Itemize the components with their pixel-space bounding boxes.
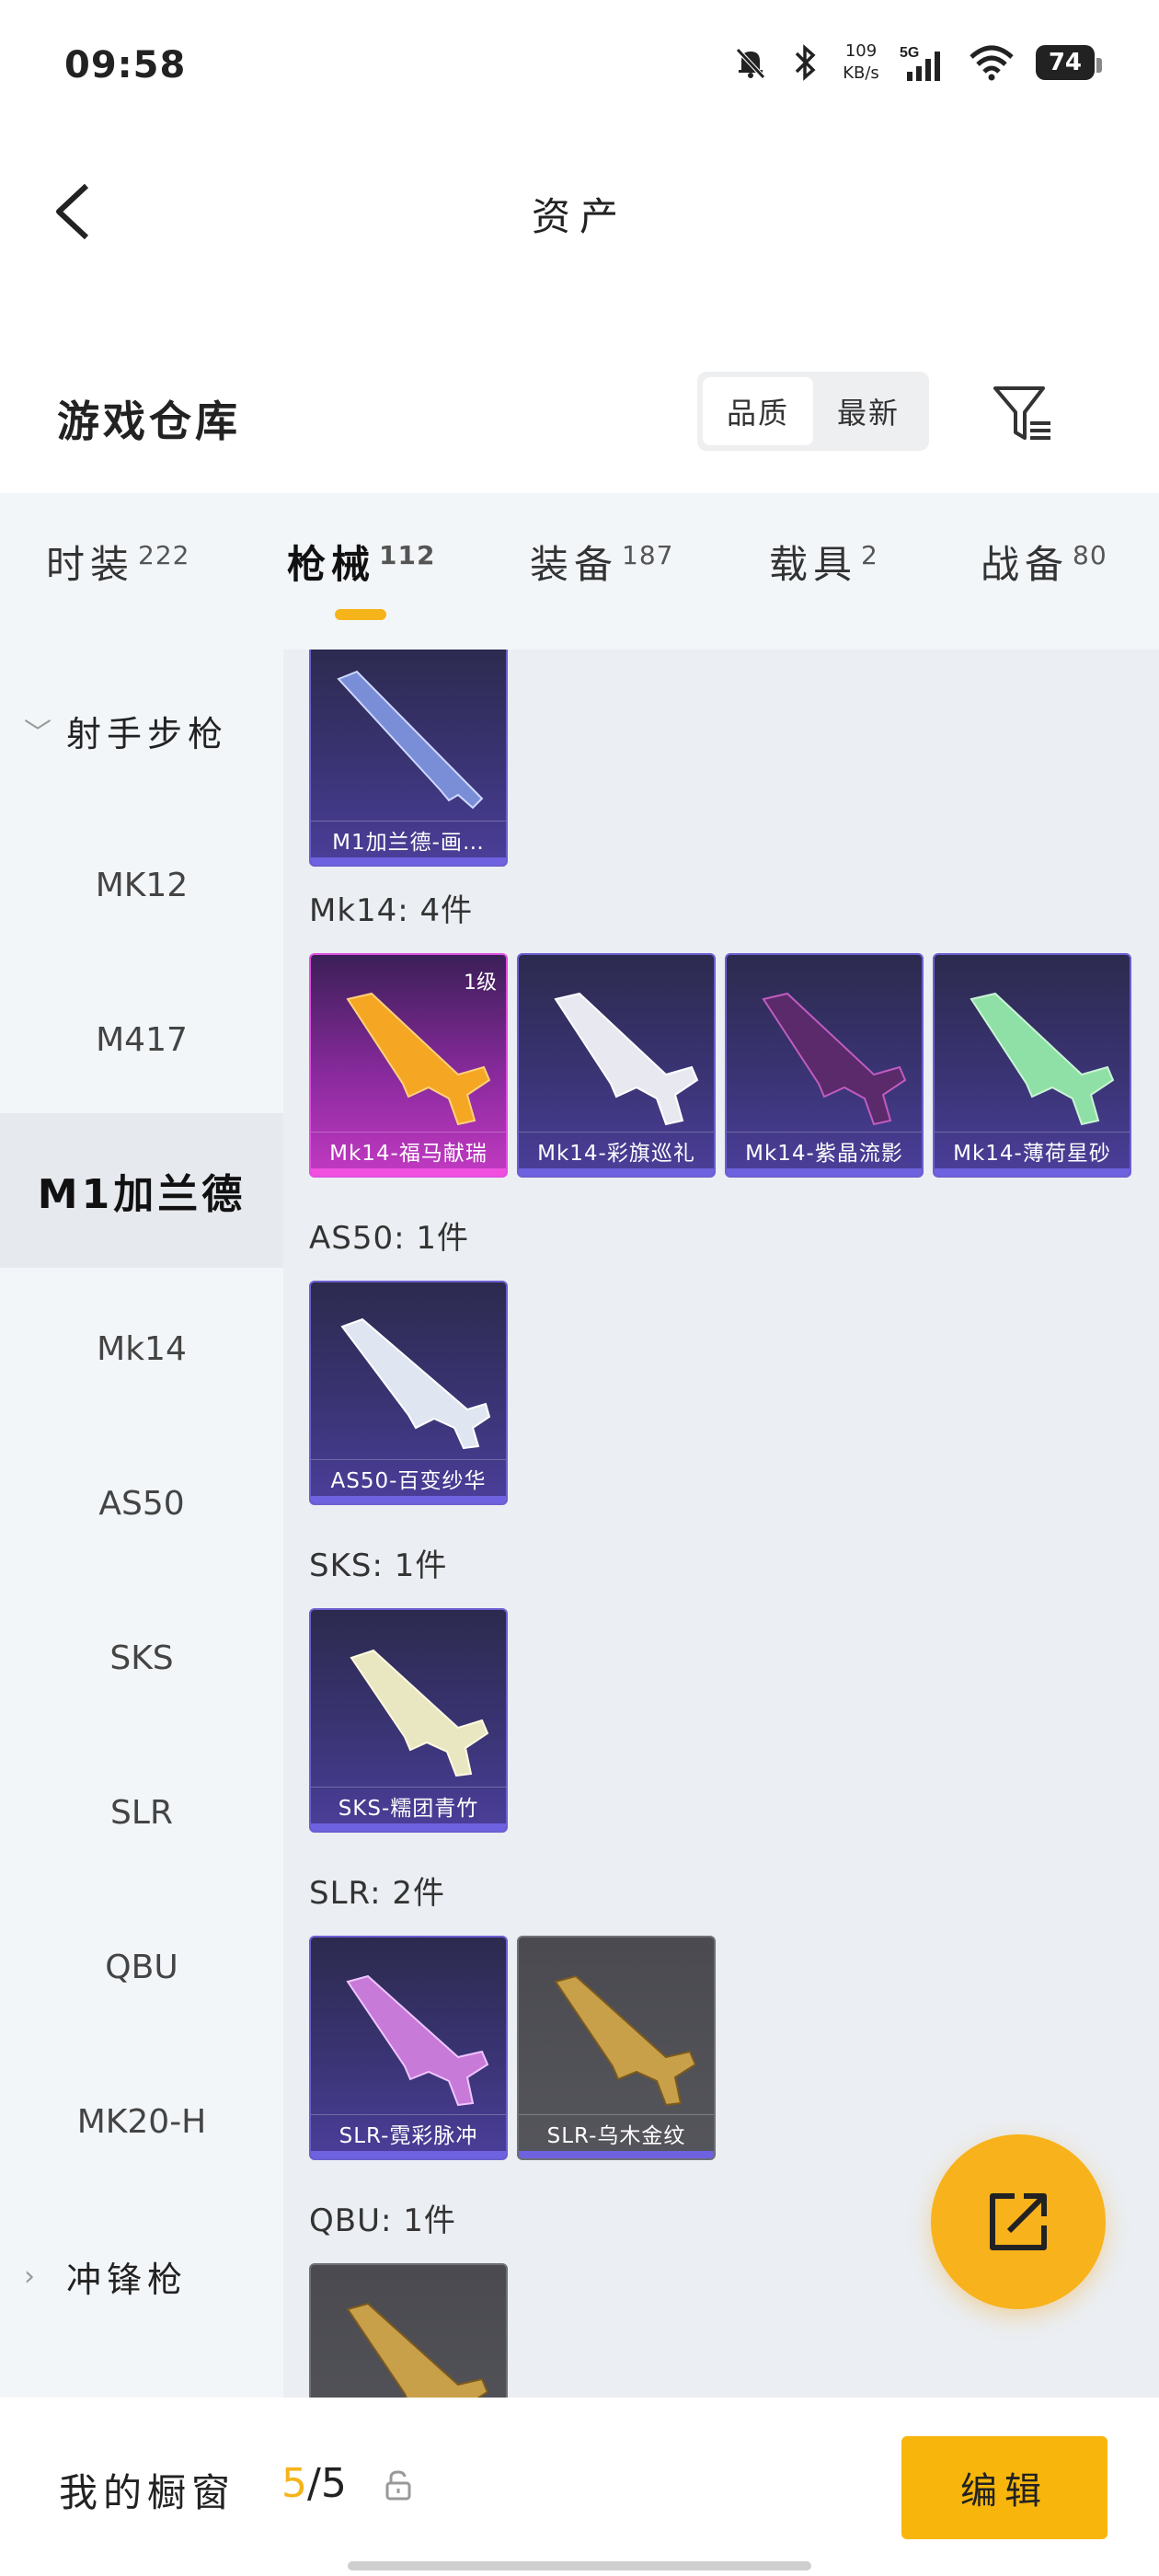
tab-equipment[interactable]: 装备 187 xyxy=(530,534,673,590)
tab-count: 2 xyxy=(861,540,878,570)
tab-active-indicator xyxy=(335,609,386,620)
group-label-slr: SLR: 2件 xyxy=(309,1875,445,1912)
rifle-icon xyxy=(340,1317,491,1450)
bottom-bar: 我的橱窗 5/5 编辑 xyxy=(0,2398,1159,2576)
group-label-as50: AS50: 1件 xyxy=(309,1220,469,1257)
header: 资产 xyxy=(0,156,1159,267)
skin-card-as50[interactable]: AS50-百变纱华 xyxy=(309,1281,508,1505)
showcase-count-total: /5 xyxy=(307,2460,347,2507)
sidebar-item-qbu[interactable]: QBU xyxy=(0,1890,283,2044)
weapon-sidebar: ﹀ 射手步枪 MK12 M417 M1加兰德 Mk14 AS50 SKS SLR… xyxy=(0,650,283,2398)
skin-card-mk14-1[interactable]: 1级 Mk14-福马献瑞 xyxy=(309,953,508,1178)
sort-by-newest[interactable]: 最新 xyxy=(813,377,924,445)
group-label-qbu: QBU: 1件 xyxy=(309,2202,456,2239)
rifle-icon xyxy=(346,992,491,1126)
skin-card-slr-1[interactable]: SLR-霓彩脉冲 xyxy=(309,1936,508,2160)
tab-vehicles[interactable]: 载具 2 xyxy=(769,534,878,590)
tab-label: 枪械 xyxy=(287,542,376,587)
rifle-icon xyxy=(337,670,484,810)
group-label-sks: SKS: 1件 xyxy=(309,1547,448,1584)
bluetooth-icon xyxy=(795,44,816,81)
rifle-icon xyxy=(554,1974,697,2107)
net-speed: 109 KB/s xyxy=(843,40,879,85)
lock-icon[interactable] xyxy=(384,2469,412,2501)
sidebar-item-m417[interactable]: M417 xyxy=(0,962,283,1117)
sort-toggle: 品质 最新 xyxy=(697,372,929,451)
tab-count: 187 xyxy=(622,540,674,570)
sidebar-item-m1-garand[interactable]: M1加兰德 xyxy=(0,1113,283,1268)
page-title: 资产 xyxy=(531,194,627,239)
tab-label: 时装 xyxy=(46,542,135,587)
sidebar-item-mk12[interactable]: MK12 xyxy=(0,808,283,962)
chevron-right-icon: › xyxy=(24,2260,35,2293)
skin-card-name: SLR-霓彩脉冲 xyxy=(311,2114,506,2151)
share-button[interactable] xyxy=(931,2134,1106,2309)
sidebar-item-mk14[interactable]: Mk14 xyxy=(0,1271,283,1426)
sidebar-item-as50[interactable]: AS50 xyxy=(0,1426,283,1581)
tab-battle-gear[interactable]: 战备 80 xyxy=(981,534,1107,590)
tab-firearms[interactable]: 枪械 112 xyxy=(287,534,435,590)
showcase-label: 我的橱窗 xyxy=(59,2470,236,2515)
battery-indicator: 74 xyxy=(1035,45,1103,80)
sort-by-quality[interactable]: 品质 xyxy=(703,377,813,445)
net-speed-value: 109 xyxy=(844,41,878,61)
skin-card-mk14-3[interactable]: Mk14-紫晶流影 xyxy=(725,953,924,1178)
net-speed-unit: KB/s xyxy=(843,63,879,83)
tab-count: 222 xyxy=(138,540,190,570)
skin-card-name: Mk14-紫晶流影 xyxy=(727,1132,922,1168)
chevron-down-icon: ﹀ xyxy=(24,718,52,750)
skin-card-sks[interactable]: SKS-糯团青竹 xyxy=(309,1608,508,1833)
skin-card-name: Mk14-彩旗巡礼 xyxy=(519,1132,714,1168)
group-label-mk14: Mk14: 4件 xyxy=(309,892,474,929)
skin-card-m1-garand[interactable]: M1加兰德-画… xyxy=(309,650,508,867)
rifle-icon xyxy=(970,992,1115,1126)
status-bar: 09:58 109 KB/s 5G 74 xyxy=(0,0,1159,138)
skin-card-mk14-2[interactable]: Mk14-彩旗巡礼 xyxy=(517,953,716,1178)
skin-card-name: Mk14-薄荷星砂 xyxy=(935,1132,1130,1168)
sidebar-group-label: 射手步枪 xyxy=(66,713,229,754)
mute-bell-icon xyxy=(736,48,766,79)
rifle-icon xyxy=(346,1974,489,2107)
skin-card-name: SKS-糯团青竹 xyxy=(311,1787,506,1823)
showcase-count-current: 5 xyxy=(281,2460,307,2507)
share-icon xyxy=(990,2193,1047,2250)
showcase-count: 5/5 xyxy=(281,2460,347,2507)
home-indicator[interactable] xyxy=(348,2561,811,2570)
warehouse-header: 游戏仓库 品质 最新 xyxy=(0,359,1159,469)
status-time: 09:58 xyxy=(64,44,187,86)
rifle-icon xyxy=(762,992,907,1126)
filter-icon[interactable] xyxy=(990,381,1054,445)
sidebar-group-label: 冲锋枪 xyxy=(66,2259,189,2300)
category-tabs: 时装 222 枪械 112 装备 187 载具 2 战备 80 xyxy=(0,493,1159,650)
sidebar-group-smg[interactable]: › 冲锋枪 xyxy=(0,2199,283,2353)
tab-fashion[interactable]: 时装 222 xyxy=(46,534,189,590)
tab-label: 载具 xyxy=(769,542,858,587)
rifle-icon xyxy=(346,2302,489,2398)
signal-label: 5G xyxy=(900,45,919,61)
tab-label: 装备 xyxy=(530,542,619,587)
cellular-signal-icon: 5G xyxy=(900,45,940,81)
sidebar-item-slr[interactable]: SLR xyxy=(0,1735,283,1890)
skin-card-name: AS50-百变纱华 xyxy=(311,1459,506,1496)
status-icons: 109 KB/s 5G 74 xyxy=(732,40,1103,85)
rifle-icon xyxy=(554,992,699,1126)
skin-card-name: SLR-乌木金纹 xyxy=(519,2114,714,2151)
tab-count: 80 xyxy=(1073,540,1107,570)
skin-card-slr-2[interactable]: SLR-乌木金纹 xyxy=(517,1936,716,2160)
edit-button[interactable]: 编辑 xyxy=(901,2436,1107,2539)
sidebar-item-sks[interactable]: SKS xyxy=(0,1581,283,1735)
tab-count: 112 xyxy=(379,540,436,570)
tab-label: 战备 xyxy=(981,542,1070,587)
warehouse-title: 游戏仓库 xyxy=(57,397,241,446)
rifle-icon xyxy=(350,1649,489,1777)
wifi-icon xyxy=(970,45,1014,81)
skin-card-qbu[interactable] xyxy=(309,2263,508,2398)
skin-card-name: M1加兰德-画… xyxy=(311,821,506,857)
skin-card-mk14-4[interactable]: Mk14-薄荷星砂 xyxy=(933,953,1131,1178)
sidebar-item-mk20h[interactable]: MK20-H xyxy=(0,2044,283,2199)
sidebar-group-marksman-rifles[interactable]: ﹀ 射手步枪 xyxy=(0,653,283,808)
skin-card-name: Mk14-福马献瑞 xyxy=(311,1132,506,1168)
